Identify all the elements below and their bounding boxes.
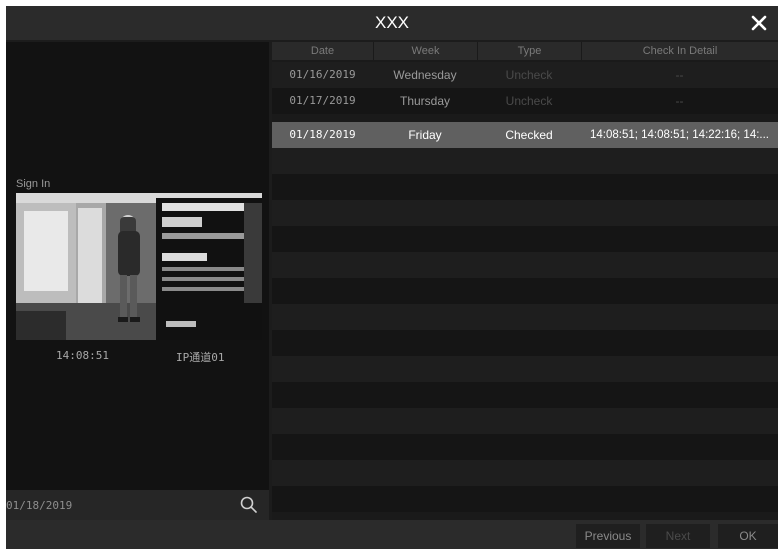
next-button[interactable]: Next bbox=[646, 524, 710, 548]
dialog-title: XXX bbox=[374, 13, 410, 32]
empty-row bbox=[272, 174, 778, 200]
column-header-week[interactable]: Week bbox=[373, 42, 477, 60]
column-header-detail[interactable]: Check In Detail bbox=[581, 42, 778, 60]
empty-row bbox=[272, 382, 778, 408]
snapshot-time: 14:08:51 bbox=[56, 349, 109, 362]
snapshot-image[interactable] bbox=[16, 193, 262, 340]
table-header: Date Week Type Check In Detail bbox=[272, 42, 778, 60]
empty-row bbox=[272, 408, 778, 434]
cell-week: Thursday bbox=[399, 94, 451, 108]
table-row-selected[interactable]: 01/18/2019 Friday Checked 14:08:51; 14:0… bbox=[272, 122, 778, 148]
empty-row bbox=[272, 304, 778, 330]
cell-type: Uncheck bbox=[505, 94, 553, 108]
previous-button[interactable]: Previous bbox=[576, 524, 640, 548]
empty-row bbox=[272, 434, 778, 460]
cell-date: 01/18/2019 bbox=[289, 128, 356, 141]
cell-type: Uncheck bbox=[505, 68, 553, 82]
cell-detail: -- bbox=[675, 94, 684, 108]
date-field[interactable]: 01/18/2019 bbox=[6, 499, 72, 512]
close-button[interactable] bbox=[746, 10, 772, 36]
cell-detail: 14:08:51; 14:08:51; 14:22:16; 14:... bbox=[589, 129, 770, 141]
column-header-date[interactable]: Date bbox=[272, 42, 373, 60]
snapshot-channel: IP通道01 bbox=[176, 351, 225, 364]
check-in-table: Date Week Type Check In Detail 01/16/201… bbox=[272, 42, 778, 520]
cell-date: 01/16/2019 bbox=[289, 68, 356, 81]
empty-row bbox=[272, 330, 778, 356]
sign-in-label: Sign In bbox=[16, 178, 51, 190]
cell-type: Checked bbox=[505, 128, 553, 142]
cell-detail: -- bbox=[675, 68, 684, 82]
empty-row bbox=[272, 486, 778, 512]
date-search-bar: 01/18/2019 bbox=[6, 490, 269, 520]
empty-row bbox=[272, 356, 778, 382]
cell-week: Friday bbox=[408, 128, 442, 142]
empty-row bbox=[272, 278, 778, 304]
cell-week: Wednesday bbox=[393, 68, 457, 82]
dialog-footer: Previous Next OK bbox=[6, 520, 778, 549]
search-icon bbox=[240, 496, 257, 513]
empty-row bbox=[272, 252, 778, 278]
empty-row bbox=[272, 200, 778, 226]
empty-row bbox=[272, 460, 778, 486]
table-row[interactable]: 01/16/2019 Wednesday Uncheck -- bbox=[272, 62, 778, 88]
ok-button[interactable]: OK bbox=[718, 524, 778, 548]
close-icon bbox=[751, 15, 767, 31]
empty-row bbox=[272, 148, 778, 174]
cell-date: 01/17/2019 bbox=[289, 94, 356, 107]
empty-row bbox=[272, 226, 778, 252]
column-header-type[interactable]: Type bbox=[477, 42, 581, 60]
snapshot-panel: Sign In 14:08:51 IP通道01 01/18/2019 bbox=[6, 42, 269, 520]
check-in-dialog: XXX Sign In 14:08:51 IP通道01 01/18/2019 D… bbox=[6, 6, 778, 549]
title-bar: XXX bbox=[6, 6, 778, 40]
table-row[interactable]: 01/17/2019 Thursday Uncheck -- bbox=[272, 88, 778, 114]
search-button[interactable] bbox=[238, 494, 260, 516]
